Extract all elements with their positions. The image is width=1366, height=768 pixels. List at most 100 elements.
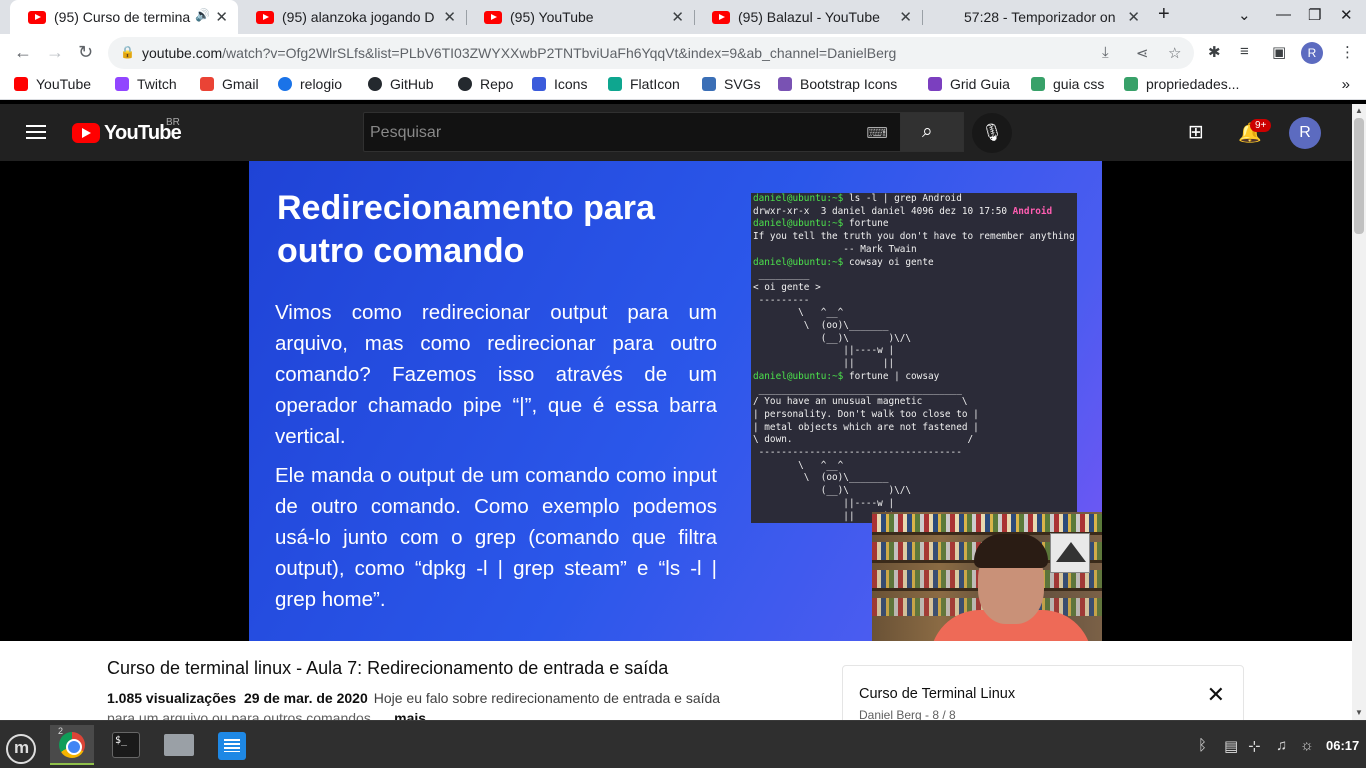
taskbar-text-editor[interactable]: [209, 725, 253, 765]
terminal-line: _________: [753, 269, 1075, 282]
bookmark-star-icon[interactable]: ☆: [1168, 44, 1181, 62]
bookmark-flaticon[interactable]: FlatIcon: [608, 76, 680, 92]
taskbar-chrome[interactable]: 2: [50, 725, 94, 765]
video-meta: 1.085 visualizações 29 de mar. de 2020 Ho…: [107, 690, 720, 706]
terminal-line: \ ^__^: [753, 307, 1075, 320]
tab-0[interactable]: (95) Curso de termina 🔊 ✕: [10, 0, 238, 34]
bookmark-relogio[interactable]: relogio: [278, 76, 342, 92]
brightness-icon[interactable]: ☼: [1300, 737, 1314, 754]
tab-close-icon[interactable]: ✕: [215, 8, 228, 26]
playlist-title[interactable]: Curso de Terminal Linux: [859, 686, 1015, 702]
audio-playing-icon[interactable]: 🔊: [195, 8, 210, 22]
volume-icon[interactable]: ♫: [1276, 737, 1287, 754]
minimize-icon[interactable]: —: [1276, 6, 1291, 23]
terminal-text: | personality. Don't walk too close to |: [753, 408, 979, 420]
terminal-line: ---------: [753, 295, 1075, 308]
bootstrap-bookmark-icon: [778, 77, 792, 91]
start-menu-button[interactable]: [0, 725, 44, 765]
address-url[interactable]: youtube.com/watch?v=Ofg2WlrSLfs&list=PLb…: [142, 45, 1022, 61]
address-bar[interactable]: 🔒 youtube.com/watch?v=Ofg2WlrSLfs&list=P…: [108, 37, 1194, 69]
microphone-icon[interactable]: 🎙: [972, 113, 1012, 153]
create-video-icon[interactable]: ⊞: [1188, 121, 1204, 144]
network-icon[interactable]: ⊹: [1248, 737, 1261, 755]
scroll-thumb[interactable]: [1354, 118, 1364, 234]
terminal-text: ls -l | grep Android: [848, 193, 962, 204]
reload-icon[interactable]: ↻: [78, 42, 93, 63]
bookmark-youtube[interactable]: YouTube: [14, 76, 91, 92]
tab-close-icon[interactable]: ✕: [443, 8, 456, 26]
clipboard-icon[interactable]: ▤: [1224, 737, 1238, 755]
terminal-line: \ down. /: [753, 434, 1075, 447]
terminal-text: \ ^__^: [753, 459, 844, 471]
scroll-down-icon[interactable]: ▼: [1355, 708, 1363, 717]
share-icon[interactable]: ⋖: [1136, 44, 1149, 62]
tab-2[interactable]: (95) YouTube ✕: [466, 0, 694, 34]
tab-1[interactable]: (95) alanzoka jogando D ✕: [238, 0, 466, 34]
bookmark-guia-css[interactable]: guia css: [1031, 76, 1104, 92]
youtube-logo-icon[interactable]: [72, 123, 100, 143]
lock-icon[interactable]: 🔒: [120, 45, 135, 59]
channel-watermark-icon[interactable]: [1050, 533, 1090, 573]
tab-4[interactable]: 57:28 - Temporizador on ✕: [922, 0, 1150, 34]
tab-close-icon[interactable]: ✕: [1127, 8, 1140, 26]
terminal-text: \ (oo)\_______: [753, 320, 889, 332]
terminal-line: \ (oo)\_______: [753, 472, 1075, 485]
bookmarks-bar: YouTube Twitch Gmail relogio GitHub Repo…: [0, 72, 1366, 100]
video-player[interactable]: Redirecionamento para outro comando Vimo…: [249, 161, 1102, 641]
bookmark-grid-guia[interactable]: Grid Guia: [928, 76, 1010, 92]
tab-title: 57:28 - Temporizador on: [964, 9, 1116, 25]
terminal-line: ||----w |: [753, 498, 1075, 511]
bookmark-twitch[interactable]: Twitch: [115, 76, 177, 92]
terminal-text: -- Mark Twain: [753, 243, 917, 255]
bookmark-svgs[interactable]: SVGs: [702, 76, 761, 92]
terminal-line: \ (oo)\_______: [753, 320, 1075, 333]
bookmark-github[interactable]: GitHub: [368, 76, 434, 92]
window-close-icon[interactable]: ✕: [1340, 6, 1353, 24]
keyboard-icon[interactable]: ⌨: [866, 124, 888, 142]
side-panel-icon[interactable]: ▣: [1272, 43, 1286, 61]
extensions-icon[interactable]: ✱: [1208, 43, 1221, 61]
svgs-bookmark-icon: [702, 77, 716, 91]
back-icon[interactable]: ←: [14, 42, 32, 63]
taskbar-files[interactable]: [156, 725, 200, 765]
bookmark-gmail[interactable]: Gmail: [200, 76, 259, 92]
youtube-favicon-icon: [28, 10, 46, 24]
new-tab-icon[interactable]: +: [1158, 3, 1170, 26]
search-input[interactable]: Pesquisar ⌨: [363, 112, 901, 152]
system-clock[interactable]: 06:17: [1326, 738, 1359, 753]
hamburger-menu-icon[interactable]: [26, 125, 46, 139]
grid-guia-bookmark-icon: [928, 77, 942, 91]
scroll-up-icon[interactable]: ▲: [1355, 106, 1363, 115]
taskbar-terminal[interactable]: $_: [103, 725, 147, 765]
search-placeholder: Pesquisar: [370, 124, 442, 141]
maximize-icon[interactable]: ❐: [1308, 6, 1321, 24]
bookmark-propriedades[interactable]: propriedades...: [1124, 76, 1239, 92]
terminal-text: _________: [753, 269, 810, 281]
tab-close-icon[interactable]: ✕: [671, 8, 684, 26]
slide-paragraph: Vimos como redirecionar output para um a…: [275, 301, 717, 448]
page-scrollbar[interactable]: ▲ ▼: [1352, 104, 1366, 720]
terminal-line: (__)\ )\/\: [753, 333, 1075, 346]
terminal-text: fortune: [848, 218, 889, 230]
show-more-link[interactable]: ...mais: [383, 710, 427, 720]
video-description-line-2: para um arquivo ou para outros comandos …: [107, 710, 426, 720]
bookmark-bootstrap-icons[interactable]: Bootstrap Icons: [778, 76, 897, 92]
bookmarks-overflow-icon[interactable]: »: [1342, 76, 1350, 93]
search-button[interactable]: ⌕: [900, 112, 964, 152]
bookmark-icons[interactable]: Icons: [532, 76, 587, 92]
github-bookmark-icon: [368, 77, 382, 91]
install-app-icon[interactable]: ⤓: [1102, 44, 1109, 61]
tab-3[interactable]: (95) Balazul - YouTube ✕: [694, 0, 922, 34]
youtube-favicon-icon: [256, 10, 274, 24]
tab-search-chevron-icon[interactable]: ⌄: [1238, 6, 1251, 24]
bluetooth-icon[interactable]: ᛒ: [1198, 737, 1207, 754]
chrome-menu-icon[interactable]: ⋮: [1340, 43, 1355, 61]
media-controls-icon[interactable]: ≡: [1240, 43, 1249, 60]
bookmark-repo[interactable]: Repo: [458, 76, 513, 92]
playlist-close-icon[interactable]: ✕: [1207, 682, 1225, 708]
playlist-subtitle: Daniel Berg - 8 / 8: [859, 708, 956, 720]
tab-close-icon[interactable]: ✕: [899, 8, 912, 26]
profile-avatar[interactable]: R: [1301, 42, 1323, 64]
user-avatar[interactable]: R: [1289, 117, 1321, 149]
forward-icon[interactable]: →: [46, 42, 64, 63]
